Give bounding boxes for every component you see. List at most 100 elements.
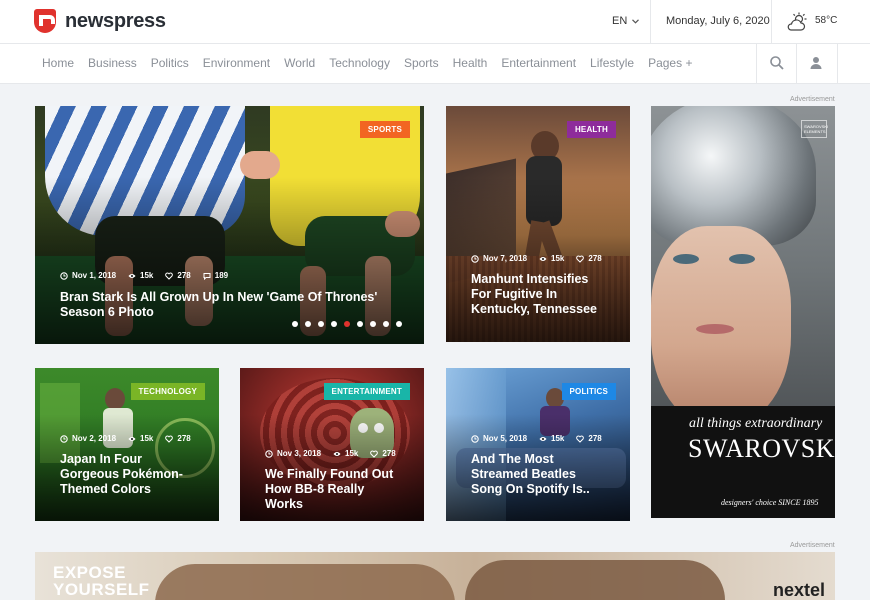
slider-dot[interactable]: [305, 321, 311, 327]
likes-text: 278: [177, 271, 191, 280]
current-date: Monday, July 6, 2020: [666, 15, 770, 27]
likes-text: 278: [588, 434, 602, 443]
nav-item-health[interactable]: Health: [453, 56, 488, 70]
ad-tagline: all things extraordinary: [689, 416, 823, 431]
meta-views: 15k: [128, 271, 153, 280]
category-badge[interactable]: TECHNOLOGY: [130, 383, 205, 400]
heart-icon: [165, 435, 174, 443]
eye-icon: [539, 256, 547, 261]
nav-item-entertainment[interactable]: Entertainment: [501, 56, 576, 70]
article-card-politics[interactable]: POLITICS Nov 5, 2018 15k 278 And The Mos…: [446, 368, 630, 521]
likes-text: 278: [588, 254, 602, 263]
meta-views: 15k: [539, 254, 564, 263]
date-text: Nov 7, 2018: [483, 254, 528, 263]
article-title[interactable]: Bran Stark Is All Grown Up In New 'Game …: [60, 290, 402, 320]
top-header: newspress EN Monday, July 6, 2020 58°C: [0, 0, 870, 44]
article-title[interactable]: Manhunt Intensifies For Fugitive In Kent…: [471, 272, 608, 317]
article-meta: Nov 7, 2018 15k 278: [471, 254, 602, 263]
clock-icon: [60, 434, 68, 443]
cloud-sun-icon: [787, 12, 807, 31]
views-text: 15k: [551, 434, 565, 443]
clock-icon: [471, 434, 479, 443]
nav-item-lifestyle[interactable]: Lifestyle: [590, 56, 634, 70]
nav-item-world[interactable]: World: [284, 56, 315, 70]
meta-views: 15k: [333, 449, 358, 458]
banner-brand: nextel: [772, 580, 825, 600]
date-text: Nov 5, 2018: [483, 434, 528, 443]
eye-icon: [333, 451, 341, 456]
nav-item-home[interactable]: Home: [42, 56, 74, 70]
user-icon[interactable]: [808, 55, 824, 71]
slider-dot[interactable]: [318, 321, 324, 327]
slider-dot-active[interactable]: [344, 321, 350, 327]
nav-item-pages[interactable]: Pages +: [648, 56, 692, 70]
chevron-down-icon: [632, 18, 640, 24]
article-card-technology[interactable]: TECHNOLOGY Nov 2, 2018 15k 278 Japan In …: [35, 368, 219, 521]
clock-icon: [265, 449, 273, 458]
date-text: Nov 3, 2018: [277, 449, 322, 458]
slider-dot[interactable]: [370, 321, 376, 327]
article-meta: Nov 3, 2018 15k 278: [265, 449, 396, 458]
nav-item-politics[interactable]: Politics: [151, 56, 189, 70]
nav-item-business[interactable]: Business: [88, 56, 137, 70]
divider: [650, 0, 651, 44]
divider: [837, 44, 838, 83]
category-badge[interactable]: POLITICS: [561, 383, 616, 400]
slider-dot[interactable]: [331, 321, 337, 327]
language-selector[interactable]: EN: [612, 15, 640, 27]
article-meta: Nov 5, 2018 15k 278: [471, 434, 602, 443]
article-title[interactable]: Japan In Four Gorgeous Pokémon-Themed Co…: [60, 452, 197, 497]
heart-icon: [165, 272, 174, 280]
meta-date: Nov 5, 2018: [471, 434, 527, 443]
main-navigation: Home Business Politics Environment World…: [0, 44, 870, 84]
meta-date: Nov 1, 2018: [60, 271, 116, 280]
meta-likes: 278: [165, 271, 191, 280]
article-title[interactable]: And The Most Streamed Beatles Song On Sp…: [471, 452, 608, 497]
article-title[interactable]: We Finally Found Out How BB-8 Really Wor…: [265, 467, 402, 512]
meta-likes: 278: [165, 434, 191, 443]
slider-dot[interactable]: [292, 321, 298, 327]
heart-icon: [370, 450, 379, 458]
likes-text: 278: [177, 434, 191, 443]
nav-menu: Home Business Politics Environment World…: [42, 56, 692, 70]
ad-footer: designers' choice SINCE 1895: [721, 498, 819, 507]
article-card-entertainment[interactable]: ENTERTAINMENT Nov 3, 2018 15k 278 We Fin…: [240, 368, 424, 521]
category-badge[interactable]: ENTERTAINMENT: [323, 383, 410, 400]
banner-headline-2: YOURSELF: [53, 580, 150, 599]
eye-icon: [128, 273, 136, 278]
article-meta: Nov 2, 2018 15k 278: [60, 434, 191, 443]
divider: [756, 44, 757, 83]
meta-views: 15k: [539, 434, 564, 443]
divider: [796, 44, 797, 83]
article-card-health[interactable]: HEALTH Nov 7, 2018 15k 278 Manhunt Inten…: [446, 106, 630, 342]
article-meta: Nov 1, 2018 15k 278 189: [60, 271, 228, 280]
category-badge[interactable]: SPORTS: [359, 121, 410, 138]
nav-item-environment[interactable]: Environment: [203, 56, 270, 70]
slider-dots: [292, 321, 402, 327]
eye-icon: [128, 436, 136, 441]
slider-dot[interactable]: [396, 321, 402, 327]
side-advertisement[interactable]: SWAROVSKI ELEMENTS all things extraordin…: [651, 106, 835, 518]
featured-article-card[interactable]: SPORTS Nov 1, 2018 15k 278 189 Bran Star…: [35, 106, 424, 344]
slider-dot[interactable]: [383, 321, 389, 327]
banner-advertisement[interactable]: EXPOSE YOURSELF nextel: [35, 552, 835, 600]
site-logo[interactable]: newspress: [34, 9, 166, 33]
views-text: 15k: [551, 254, 565, 263]
advertisement-label: Advertisement: [790, 542, 835, 549]
logo-text: newspress: [65, 9, 166, 32]
views-text: 15k: [140, 271, 154, 280]
nav-item-technology[interactable]: Technology: [329, 56, 390, 70]
search-icon[interactable]: [769, 55, 785, 71]
eye-icon: [539, 436, 547, 441]
advertisement-label: Advertisement: [790, 96, 835, 103]
ad-brand: SWAROVSKI: [688, 434, 835, 463]
meta-date: Nov 3, 2018: [265, 449, 321, 458]
heart-icon: [576, 435, 585, 443]
divider: [771, 0, 772, 44]
category-badge[interactable]: HEALTH: [566, 121, 616, 138]
nav-item-sports[interactable]: Sports: [404, 56, 439, 70]
slider-dot[interactable]: [357, 321, 363, 327]
comment-icon: [203, 272, 211, 280]
ad-badge: SWAROVSKI ELEMENTS: [801, 120, 828, 138]
meta-likes: 278: [370, 449, 396, 458]
